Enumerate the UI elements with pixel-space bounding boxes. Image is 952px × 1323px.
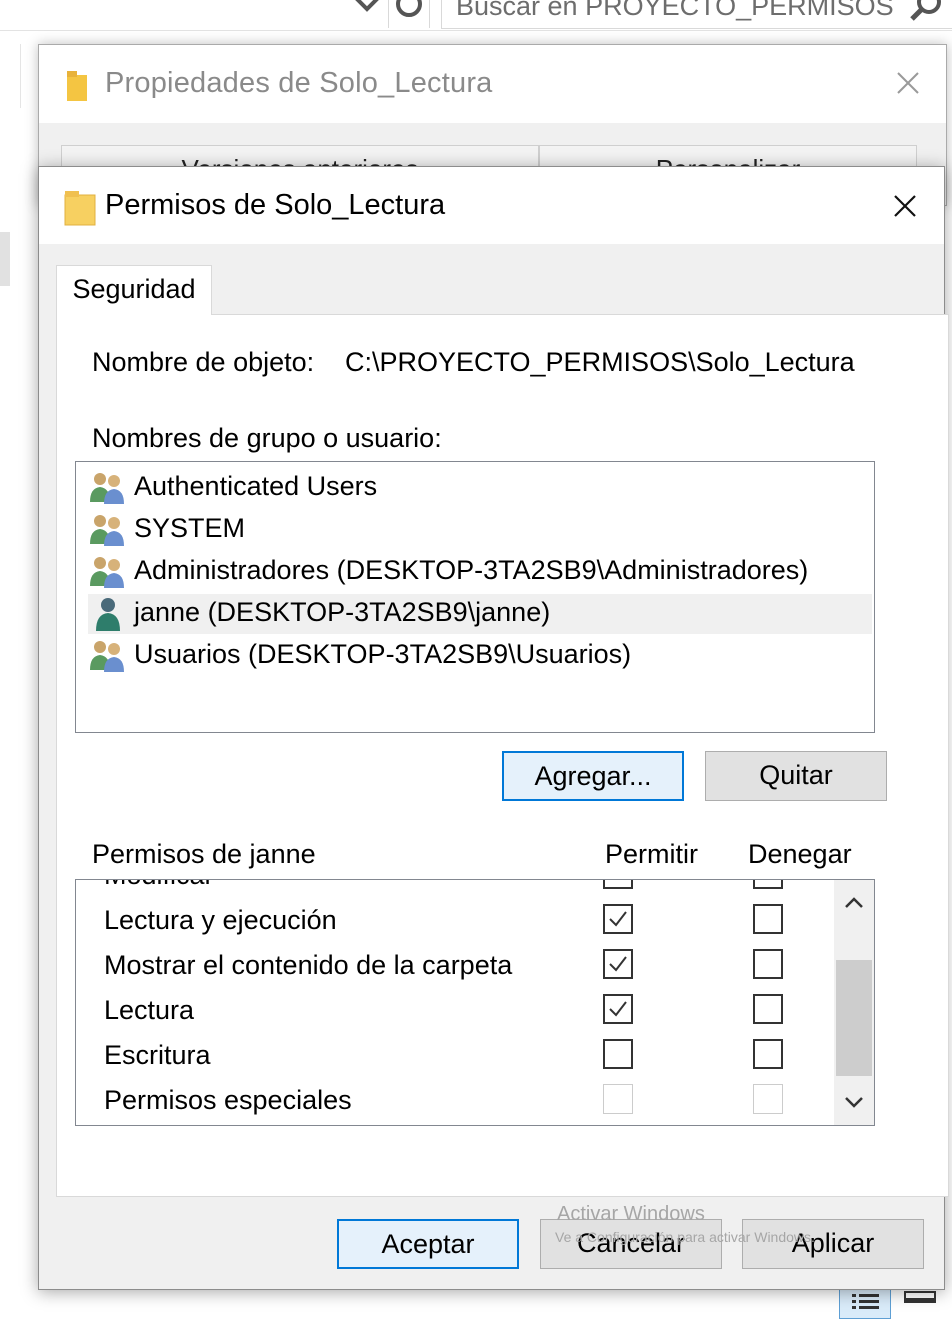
search-input[interactable] <box>454 0 898 24</box>
user-icon <box>96 598 120 631</box>
search-icon[interactable] <box>909 0 943 24</box>
users-listbox[interactable]: Authenticated Users SYSTEM Administrador… <box>75 461 875 733</box>
checkmark-icon <box>609 1001 627 1017</box>
permission-name: Modificar <box>104 880 214 891</box>
list-item-janne[interactable]: janne (DESKTOP-3TA2SB9\janne) <box>88 594 872 634</box>
list-item-authenticated-users[interactable]: Authenticated Users <box>88 468 872 508</box>
permissions-title: Permisos de Solo_Lectura <box>105 189 446 221</box>
allow-checkbox[interactable] <box>603 994 633 1024</box>
explorer-address-bar <box>0 0 952 31</box>
close-icon <box>894 195 916 217</box>
allow-column-header: Permitir <box>605 839 698 869</box>
user-name: SYSTEM <box>134 513 246 543</box>
group-icon <box>90 515 124 546</box>
permissions-dialog: Permisos de Solo_Lectura Seguridad Nombr… <box>38 166 949 1290</box>
deny-checkbox[interactable] <box>753 1039 783 1069</box>
remove-button[interactable]: Quitar <box>705 751 887 801</box>
list-item-administradores[interactable]: Administradores (DESKTOP-3TA2SB9\Adminis… <box>88 552 872 592</box>
permission-name: Lectura y ejecución <box>104 905 337 935</box>
permissions-for-label: Permisos de janne <box>92 839 316 869</box>
deny-checkbox[interactable] <box>753 949 783 979</box>
deny-checkbox[interactable] <box>753 994 783 1024</box>
permission-row-modify: Modificar <box>76 880 832 900</box>
permission-row-list-folder: Mostrar el contenido de la carpeta <box>76 946 832 990</box>
checkmark-icon <box>609 911 627 927</box>
object-name-value: C:\PROYECTO_PERMISOS\Solo_Lectura <box>345 347 855 377</box>
permission-row-write: Escritura <box>76 1036 832 1080</box>
user-name: Authenticated Users <box>134 471 378 501</box>
list-item-system[interactable]: SYSTEM <box>88 510 872 550</box>
chevron-down-icon <box>845 1097 863 1108</box>
permission-row-special: Permisos especiales <box>76 1081 832 1125</box>
folder-icon <box>63 187 97 232</box>
folder-icon <box>65 69 89 108</box>
list-item-usuarios[interactable]: Usuarios (DESKTOP-3TA2SB9\Usuarios) <box>88 636 872 676</box>
chevron-up-icon <box>845 897 863 908</box>
allow-checkbox[interactable] <box>603 880 633 889</box>
permission-name: Escritura <box>104 1040 211 1070</box>
group-icon <box>90 557 124 588</box>
nav-pane-divider <box>20 44 21 108</box>
properties-titlebar: Propiedades de Solo_Lectura <box>39 45 946 123</box>
close-icon[interactable] <box>892 67 924 99</box>
activation-watermark-text: Ve a Configuración para activar Windows. <box>555 1229 815 1245</box>
allow-checkbox[interactable] <box>603 904 633 934</box>
add-button[interactable]: Agregar... <box>502 751 684 801</box>
deny-checkbox <box>753 1084 783 1114</box>
details-view-button[interactable] <box>839 1287 891 1319</box>
properties-title: Propiedades de Solo_Lectura <box>105 67 493 99</box>
scroll-down-button[interactable] <box>834 1080 874 1124</box>
allow-checkbox[interactable] <box>603 949 633 979</box>
permission-name: Permisos especiales <box>104 1085 352 1115</box>
refresh-icon <box>396 0 422 17</box>
permission-name: Mostrar el contenido de la carpeta <box>104 950 513 980</box>
status-bar <box>0 1296 952 1319</box>
permissions-scrollbar[interactable] <box>834 880 874 1125</box>
ok-button[interactable]: Aceptar <box>337 1219 519 1269</box>
scroll-thumb[interactable] <box>836 960 872 1076</box>
deny-checkbox[interactable] <box>753 880 783 889</box>
object-name-label: Nombre de objeto: <box>92 347 315 377</box>
large-icons-view-icon <box>904 1291 936 1303</box>
permissions-titlebar: Permisos de Solo_Lectura <box>39 167 944 244</box>
tab-security[interactable]: Seguridad <box>56 265 212 315</box>
groups-label: Nombres de grupo o usuario: <box>92 423 442 453</box>
group-icon <box>90 473 124 504</box>
user-name: janne (DESKTOP-3TA2SB9\janne) <box>134 597 551 627</box>
large-icons-view-button[interactable] <box>900 1287 940 1319</box>
chevron-down-icon[interactable] <box>352 0 382 24</box>
user-name: Usuarios (DESKTOP-3TA2SB9\Usuarios) <box>134 639 632 669</box>
permission-name: Lectura <box>104 995 195 1025</box>
allow-checkbox <box>603 1084 633 1114</box>
user-name: Administradores (DESKTOP-3TA2SB9\Adminis… <box>134 555 809 585</box>
checkmark-icon <box>609 956 627 972</box>
nav-pane-selection <box>0 232 10 286</box>
deny-column-header: Denegar <box>748 839 852 869</box>
refresh-button[interactable] <box>388 0 430 28</box>
details-view-icon <box>852 1294 879 1309</box>
permissions-list: Modificar Lectura y ejecución Mostrar el… <box>75 879 875 1126</box>
permission-row-read: Lectura <box>76 991 832 1035</box>
deny-checkbox[interactable] <box>753 904 783 934</box>
permission-row-read-execute: Lectura y ejecución <box>76 901 832 945</box>
close-button[interactable] <box>888 189 922 223</box>
activation-watermark-title: Activar Windows <box>557 1203 705 1225</box>
group-icon <box>90 641 124 672</box>
allow-checkbox[interactable] <box>603 1039 633 1069</box>
search-box[interactable] <box>441 0 952 29</box>
scroll-up-button[interactable] <box>834 880 874 924</box>
